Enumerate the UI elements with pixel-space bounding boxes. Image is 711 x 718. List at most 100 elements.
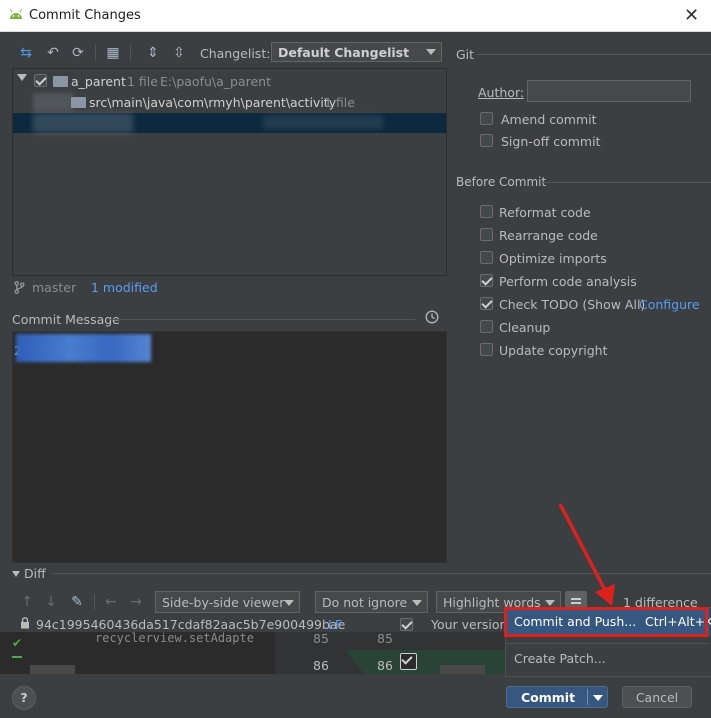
reformat-code-checkbox[interactable] — [480, 205, 493, 218]
left-line-number-86: 86 — [313, 658, 329, 673]
menu-item-create-patch[interactable]: Create Patch... — [506, 648, 710, 672]
toolbar-separator — [95, 45, 96, 61]
expand-all-icon[interactable]: ⇕ — [144, 44, 162, 62]
chevron-down-icon[interactable] — [593, 695, 603, 701]
create-patch-label: Create Patch... — [514, 651, 606, 666]
diff-old-line-bar — [30, 665, 75, 674]
tree-root-path: E:\paofu\a_parent — [160, 74, 271, 89]
tree-child-count: 1 file — [324, 95, 355, 110]
tree-child-label: src\main\java\com\rmyh\parent\activity — [89, 95, 337, 110]
cleanup-checkbox[interactable] — [480, 320, 493, 333]
red-arrow-annotation — [558, 503, 615, 606]
check-todo-checkbox[interactable] — [480, 297, 493, 310]
arrow-down-icon[interactable]: ↓ — [42, 593, 60, 611]
arrow-right-icon[interactable]: → — [127, 593, 145, 611]
chevron-down-icon — [426, 49, 436, 55]
tree-row-root[interactable]: a_parent 1 file E:\paofu\a_parent — [13, 71, 446, 91]
perform-code-analysis-label: Perform code analysis — [499, 274, 637, 289]
refresh-icon[interactable]: ⟳ — [69, 44, 87, 62]
close-icon[interactable]: ✕ — [684, 5, 699, 26]
commit-button[interactable]: Commit — [506, 686, 608, 708]
edit-pencil-icon[interactable]: ✎ — [68, 593, 86, 611]
cancel-button-label: Cancel — [635, 690, 679, 705]
cancel-button[interactable]: Cancel — [622, 686, 692, 708]
diff-section-label: Diff — [24, 566, 46, 581]
chevron-down-icon — [284, 600, 294, 606]
configure-link[interactable]: Configure — [639, 297, 700, 312]
optimize-imports-label: Optimize imports — [499, 251, 607, 266]
diff-collapse-icon[interactable] — [12, 571, 20, 577]
author-field[interactable] — [527, 80, 691, 102]
apply-line-checkbox[interactable] — [400, 653, 417, 670]
reformat-code-label: Reformat code — [499, 205, 591, 220]
amend-commit-checkbox[interactable] — [480, 112, 493, 125]
chevron-down-icon — [412, 600, 422, 606]
tree-row-child[interactable]: src\main\java\com\rmyh\parent\activity 1… — [13, 93, 446, 113]
commit-message-editor[interactable]: 2 — [12, 331, 447, 563]
diff-arrows-icon[interactable]: ⇆ — [17, 44, 35, 62]
diff-gutter-marker — [12, 656, 22, 658]
menu-separator — [506, 643, 710, 644]
viewer-value: Side-by-side viewer — [162, 595, 285, 610]
version-checkbox[interactable] — [400, 618, 413, 631]
branch-name: master — [32, 280, 77, 295]
git-section: Git Author: Amend commit Sign-off commit… — [450, 40, 711, 560]
ignore-value: Do not ignore — [322, 595, 408, 610]
commit-button-label: Commit — [521, 690, 576, 705]
check-todo-label: Check TODO (Show All) — [499, 297, 646, 312]
changes-tree: a_parent 1 file E:\paofu\a_parent src\ma… — [12, 68, 447, 276]
cleanup-label: Cleanup — [499, 320, 551, 335]
git-section-label: Git — [456, 47, 475, 62]
right-line-number-85: 85 — [377, 632, 393, 646]
left-line-number-85: 85 — [313, 632, 329, 646]
changelist-dropdown[interactable]: Default Changelist — [271, 42, 442, 62]
history-clock-icon[interactable] — [425, 310, 439, 324]
lock-icon — [21, 617, 29, 629]
arrow-up-icon[interactable]: ↑ — [18, 593, 36, 611]
update-copyright-label: Update copyright — [499, 343, 608, 358]
help-icon: ? — [20, 690, 28, 705]
author-label: Author: — [478, 85, 525, 100]
modified-link[interactable]: 1 modified — [91, 280, 158, 295]
blurred-region — [33, 93, 73, 111]
viewer-dropdown[interactable]: Side-by-side viewer — [155, 591, 300, 613]
amend-commit-label: Amend commit — [501, 112, 597, 127]
rearrange-code-label: Rearrange code — [499, 228, 598, 243]
sign-off-label: Sign-off commit — [501, 134, 601, 149]
changed-line-check-icon: ✔ — [12, 636, 23, 650]
title-bar: Commit Changes ✕ — [0, 0, 711, 32]
help-button[interactable]: ? — [12, 686, 36, 710]
optimize-imports-checkbox[interactable] — [480, 251, 493, 264]
toolbar-separator — [130, 45, 131, 61]
red-highlight-box — [504, 607, 708, 637]
update-copyright-checkbox[interactable] — [480, 343, 493, 356]
group-by-icon[interactable]: ▦ — [104, 44, 122, 62]
android-icon — [10, 9, 22, 19]
diff-new-line-bar — [440, 665, 485, 674]
commit-hash: 94c1995460436da517cdaf82aac5b7e900499bae — [36, 617, 346, 632]
diff-code-line: recyclerview.setAdapte — [95, 632, 254, 645]
commit-split-divider — [587, 689, 588, 705]
changelist-value: Default Changelist — [278, 45, 410, 60]
right-line-number-86: 86 — [377, 658, 393, 673]
rollback-icon[interactable]: ↶ — [44, 44, 62, 62]
diff-viewer[interactable]: ✔ recyclerview.setAdapte 85 86 85 86 — [0, 632, 505, 674]
line-separator-label[interactable]: LF — [328, 617, 342, 632]
tree-expand-icon[interactable] — [17, 74, 27, 81]
toolbar-separator — [94, 594, 95, 610]
arrow-left-icon[interactable]: ← — [102, 593, 120, 611]
blurred-region — [33, 113, 133, 133]
root-checkbox[interactable] — [34, 74, 47, 87]
tree-root-count: 1 file — [127, 74, 158, 89]
ignore-dropdown[interactable]: Do not ignore — [315, 591, 428, 613]
collapse-all-icon[interactable]: ⇳ — [170, 44, 188, 62]
before-commit-divider — [540, 182, 711, 183]
perform-code-analysis-checkbox[interactable] — [480, 274, 493, 287]
rearrange-code-checkbox[interactable] — [480, 228, 493, 241]
sign-off-checkbox[interactable] — [480, 134, 493, 147]
branch-icon — [14, 281, 25, 294]
folder-icon — [53, 76, 68, 87]
blurred-region — [16, 334, 151, 362]
tree-row-selected[interactable] — [13, 113, 446, 133]
changes-toolbar: ⇆ ↶ ⟳ ▦ ⇕ ⇳ Changelist: Default Changeli… — [0, 40, 450, 66]
